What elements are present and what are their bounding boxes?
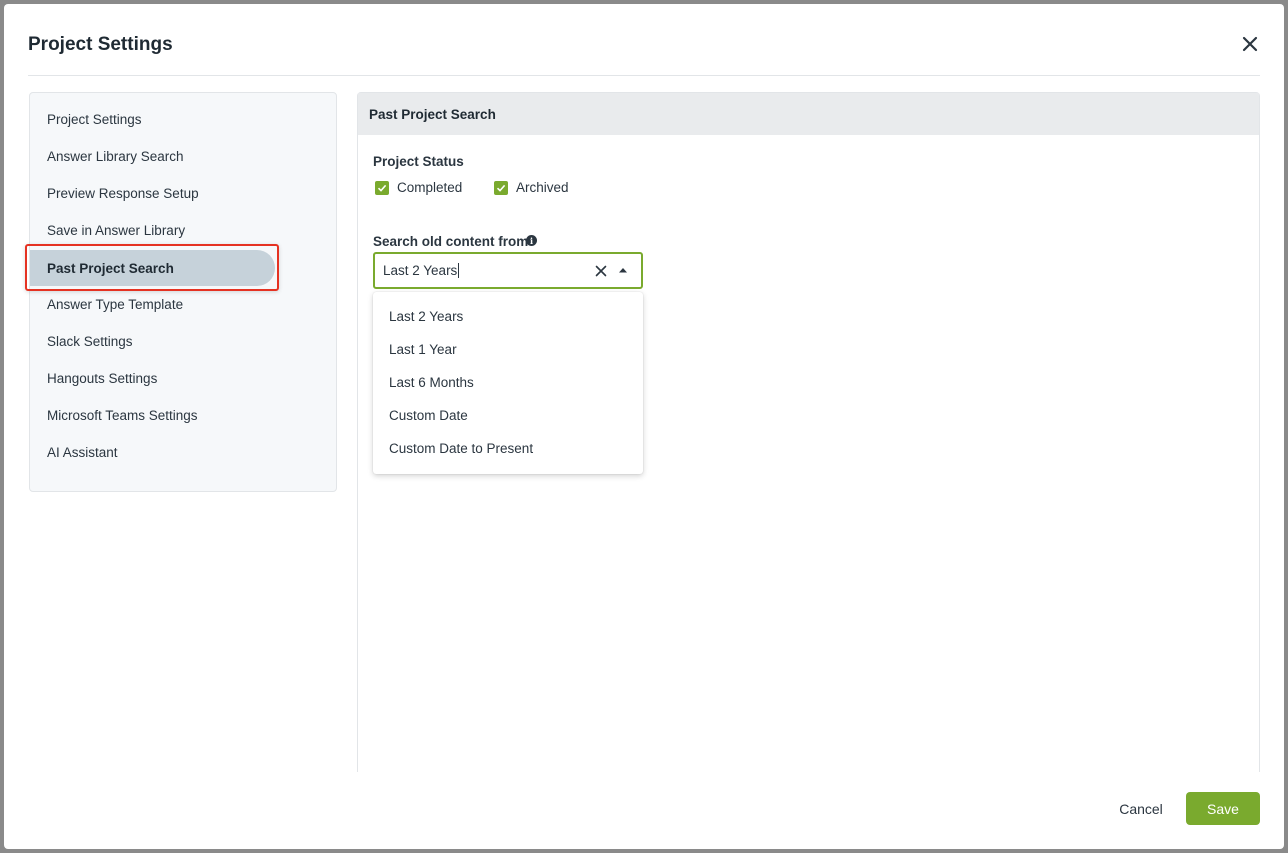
sidebar-item-label: AI Assistant bbox=[47, 444, 118, 460]
sidebar-item-label: Past Project Search bbox=[47, 260, 174, 276]
dropdown-option-custom-date-to-present[interactable]: Custom Date to Present bbox=[373, 432, 643, 465]
chevron-up-icon[interactable] bbox=[618, 266, 628, 274]
settings-sidebar: Project Settings Answer Library Search P… bbox=[29, 92, 337, 492]
info-icon[interactable]: i bbox=[526, 235, 537, 246]
sidebar-item-label: Project Settings bbox=[47, 111, 142, 127]
dropdown-option-last-2-years[interactable]: Last 2 Years bbox=[373, 300, 643, 333]
search-from-dropdown: Last 2 Years Last 1 Year Last 6 Months C… bbox=[373, 292, 643, 474]
dropdown-option-last-1-year[interactable]: Last 1 Year bbox=[373, 333, 643, 366]
sidebar-item-microsoft-teams-settings[interactable]: Microsoft Teams Settings bbox=[30, 397, 275, 433]
completed-label: Completed bbox=[397, 180, 463, 195]
completed-checkbox[interactable]: Completed bbox=[375, 180, 462, 195]
project-status-label: Project Status bbox=[373, 154, 464, 169]
cancel-button[interactable]: Cancel bbox=[1108, 792, 1174, 825]
sidebar-item-label: Save in Answer Library bbox=[47, 222, 186, 238]
modal-header: Project Settings bbox=[28, 4, 1260, 76]
sidebar-item-slack-settings[interactable]: Slack Settings bbox=[30, 323, 275, 359]
modal-title: Project Settings bbox=[28, 34, 173, 55]
sidebar-item-hangouts-settings[interactable]: Hangouts Settings bbox=[30, 360, 275, 396]
panel-title: Past Project Search bbox=[358, 93, 1259, 135]
sidebar-item-ai-assistant[interactable]: AI Assistant bbox=[30, 434, 275, 470]
save-button[interactable]: Save bbox=[1186, 792, 1260, 825]
sidebar-item-past-project-search[interactable]: Past Project Search bbox=[30, 250, 275, 286]
checkbox-checked-icon bbox=[375, 180, 389, 195]
project-settings-modal: Project Settings Project Settings Answer… bbox=[4, 4, 1284, 849]
archived-checkbox[interactable]: Archived bbox=[494, 180, 569, 195]
close-icon bbox=[1242, 36, 1258, 52]
search-from-select[interactable]: Last 2 Years bbox=[373, 252, 643, 289]
sidebar-item-label: Answer Library Search bbox=[47, 148, 184, 164]
sidebar-item-answer-library-search[interactable]: Answer Library Search bbox=[30, 138, 275, 174]
dropdown-option-last-6-months[interactable]: Last 6 Months bbox=[373, 366, 643, 399]
sidebar-item-project-settings[interactable]: Project Settings bbox=[30, 101, 275, 137]
sidebar-item-label: Answer Type Template bbox=[47, 296, 184, 312]
sidebar-item-label: Hangouts Settings bbox=[47, 370, 158, 386]
sidebar-item-label: Preview Response Setup bbox=[47, 185, 199, 201]
sidebar-item-label: Slack Settings bbox=[47, 333, 133, 349]
sidebar-item-save-in-answer-library[interactable]: Save in Answer Library bbox=[30, 212, 275, 248]
sidebar-item-label: Microsoft Teams Settings bbox=[47, 407, 198, 423]
close-button[interactable] bbox=[1240, 34, 1260, 54]
archived-label: Archived bbox=[516, 180, 569, 195]
checkbox-checked-icon bbox=[494, 180, 508, 195]
sidebar-item-preview-response-setup[interactable]: Preview Response Setup bbox=[30, 175, 275, 211]
clear-icon[interactable] bbox=[594, 264, 608, 278]
sidebar-item-answer-type-template[interactable]: Answer Type Template bbox=[30, 286, 275, 322]
search-from-label: Search old content from bbox=[373, 234, 529, 249]
select-value: Last 2 Years bbox=[383, 263, 460, 278]
dropdown-option-custom-date[interactable]: Custom Date bbox=[373, 399, 643, 432]
